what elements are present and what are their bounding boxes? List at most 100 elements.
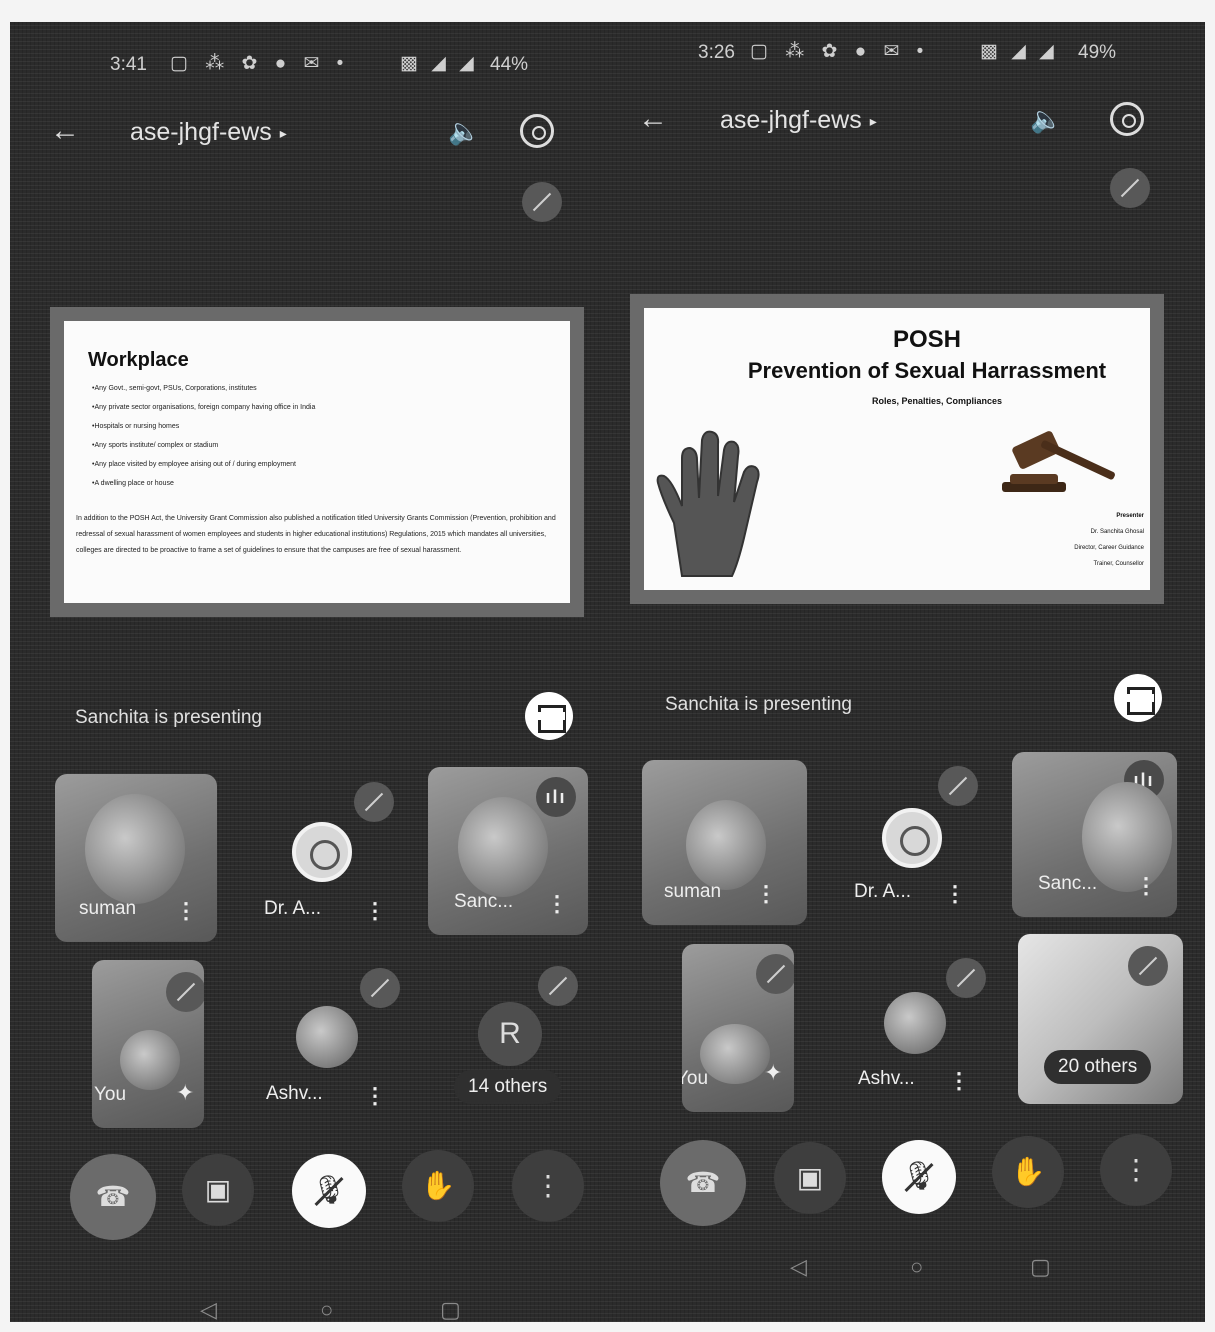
participant-name: suman [664, 881, 722, 902]
meet-screen-left: 3:41 ▢ ⁂ ✿ ● ✉ • ▩ ◢ ◢ 44% ← ase-jhgf-ew… [10, 22, 600, 1322]
presenter-info: Presenter Dr. Sanchita Ghosal Director, … [954, 508, 1144, 572]
mic-off-icon [1128, 946, 1168, 986]
meet-screen-right: 3:26 ▢ ⁂ ✿ ● ✉ • ▩ ◢ ◢ 49% ← ase-jhgf-ew… [600, 22, 1205, 1322]
nav-home-icon[interactable]: ○ [910, 1254, 923, 1280]
participant-tile-ashv[interactable]: Ashv... ⋮ [836, 944, 1006, 1112]
meeting-code: ase-jhgf-ews [720, 106, 862, 134]
mic-off-icon [360, 968, 400, 1008]
nav-back-icon[interactable]: ◁ [200, 1297, 217, 1322]
camera-toggle-button[interactable]: ▣ [774, 1142, 846, 1214]
participant-name: Sanc... [1038, 873, 1098, 894]
gavel-illustration [1002, 431, 1115, 492]
status-bar: 3:41 ▢ ⁂ ✿ ● ✉ • ▩ ◢ ◢ 44% [10, 50, 600, 80]
more-options-icon[interactable]: ⋮ [364, 1083, 386, 1109]
participant-tile-others[interactable]: R 14 others [428, 960, 588, 1125]
back-arrow-icon[interactable]: ← [638, 102, 668, 136]
notification-icons: ▢ ⁂ ✿ ● ✉ • [750, 41, 930, 62]
speaker-icon[interactable]: 🔈 [448, 116, 480, 147]
screenshot-page: 3:41 ▢ ⁂ ✿ ● ✉ • ▩ ◢ ◢ 44% ← ase-jhgf-ew… [0, 0, 1215, 1332]
nav-recents-icon[interactable]: ▢ [440, 1297, 461, 1322]
participant-video [85, 794, 185, 904]
more-options-button[interactable]: ⋮ [512, 1150, 584, 1222]
signal-icons: ▩ ◢ ◢ [400, 53, 478, 74]
mic-off-icon [938, 766, 978, 806]
participant-tile-suman[interactable]: suman ⋮ [55, 774, 217, 942]
others-count: 14 others [454, 1070, 562, 1104]
effects-sparkle-icon[interactable]: ✦ [764, 1060, 782, 1086]
others-count: 20 others [1044, 1050, 1152, 1084]
presentation-slide: Workplace •Any Govt., semi-govt, PSUs, C… [64, 321, 570, 603]
participant-tile-dr-a[interactable]: Dr. A... ⋮ [832, 760, 1010, 925]
self-video [120, 1030, 180, 1090]
mic-toggle-button[interactable]: 🎙 [292, 1154, 366, 1228]
participant-tile-dr-a[interactable]: Dr. A... ⋮ [242, 774, 420, 942]
meeting-top-bar: ← ase-jhgf-ews ▸ 🔈 [10, 114, 600, 154]
presenter-line: Dr. Sanchita Ghosal [1090, 529, 1144, 535]
institution-emblem-avatar [882, 808, 942, 868]
fullscreen-button[interactable] [525, 692, 573, 740]
raise-hand-button[interactable]: ✋ [402, 1150, 474, 1222]
participant-tile-others[interactable]: 20 others [1018, 934, 1183, 1104]
nav-home-icon[interactable]: ○ [320, 1297, 333, 1322]
status-time: 3:41 [110, 54, 147, 75]
more-options-icon[interactable]: ⋮ [944, 881, 966, 907]
participant-tile-suman[interactable]: suman ⋮ [642, 760, 807, 925]
hand-illustration [656, 430, 760, 577]
participant-tile-you[interactable]: You ✦ [92, 960, 204, 1128]
participant-video [686, 800, 766, 890]
switch-camera-icon[interactable] [1110, 102, 1144, 136]
status-time: 3:26 [698, 42, 735, 63]
mic-off-icon [166, 972, 204, 1012]
end-call-button[interactable]: ☎ [660, 1140, 746, 1226]
slide-bullet: •A dwelling place or house [92, 480, 174, 487]
participant-name: Sanc... [454, 891, 514, 912]
participant-name: suman [79, 898, 137, 919]
presenter-line: Trainer, Counsellor [1093, 561, 1144, 567]
more-options-icon[interactable]: ⋮ [755, 881, 777, 907]
slide-bullet: •Any private sector organisations, forei… [92, 404, 316, 411]
effects-sparkle-icon[interactable]: ✦ [176, 1080, 194, 1106]
more-options-icon[interactable]: ⋮ [948, 1068, 970, 1094]
self-video [700, 1024, 770, 1084]
participant-name: Dr. A... [264, 898, 322, 919]
participant-tile-ashv[interactable]: Ashv... ⋮ [242, 962, 420, 1127]
presenter-mic-off-icon [522, 182, 562, 222]
presenter-line: Director, Career Guidance [1074, 545, 1144, 551]
presenting-label: Sanchita is presenting [665, 694, 852, 715]
raise-hand-button[interactable]: ✋ [992, 1136, 1064, 1208]
slide-subtitle: Prevention of Sexual Harrassment [747, 358, 1107, 383]
participant-video [458, 797, 548, 897]
more-options-icon[interactable]: ⋮ [546, 891, 568, 917]
meeting-code: ase-jhgf-ews [130, 118, 272, 146]
presentation-frame: POSH Prevention of Sexual Harrassment Ro… [630, 294, 1164, 604]
camera-toggle-button[interactable]: ▣ [182, 1154, 254, 1226]
fullscreen-button[interactable] [1114, 674, 1162, 722]
battery-level: 44% [490, 54, 529, 75]
slide-title: Workplace [88, 349, 189, 371]
participant-tile-sanchita[interactable]: ılı Sanc... ⋮ [428, 767, 588, 935]
meeting-code-button[interactable]: ase-jhgf-ews ▸ [720, 106, 877, 135]
participant-avatar [884, 992, 946, 1054]
participant-name: You [94, 1084, 127, 1105]
participant-tile-sanchita[interactable]: ılı Sanc... ⋮ [1012, 752, 1177, 917]
end-call-button[interactable]: ☎ [70, 1154, 156, 1240]
back-arrow-icon[interactable]: ← [50, 114, 80, 148]
more-options-icon[interactable]: ⋮ [364, 898, 386, 924]
meeting-code-button[interactable]: ase-jhgf-ews ▸ [130, 118, 287, 147]
more-options-icon[interactable]: ⋮ [175, 898, 197, 924]
participant-tile-you[interactable]: You ✦ [682, 944, 794, 1112]
chevron-right-icon: ▸ [869, 112, 877, 129]
nav-recents-icon[interactable]: ▢ [1030, 1254, 1051, 1280]
more-options-icon[interactable]: ⋮ [1135, 873, 1157, 899]
mic-off-icon [946, 958, 986, 998]
slide-bullets: •Any Govt., semi-govt, PSUs, Corporation… [92, 385, 315, 499]
mic-toggle-button[interactable]: 🎙 [882, 1140, 956, 1214]
switch-camera-icon[interactable] [520, 114, 554, 148]
mic-off-icon [354, 782, 394, 822]
nav-back-icon[interactable]: ◁ [790, 1254, 807, 1280]
slide-title: POSH [892, 326, 961, 353]
more-options-button[interactable]: ⋮ [1100, 1134, 1172, 1206]
participant-name: Ashv... [858, 1068, 915, 1089]
speaker-icon[interactable]: 🔈 [1030, 104, 1062, 135]
chevron-right-icon: ▸ [279, 124, 287, 141]
